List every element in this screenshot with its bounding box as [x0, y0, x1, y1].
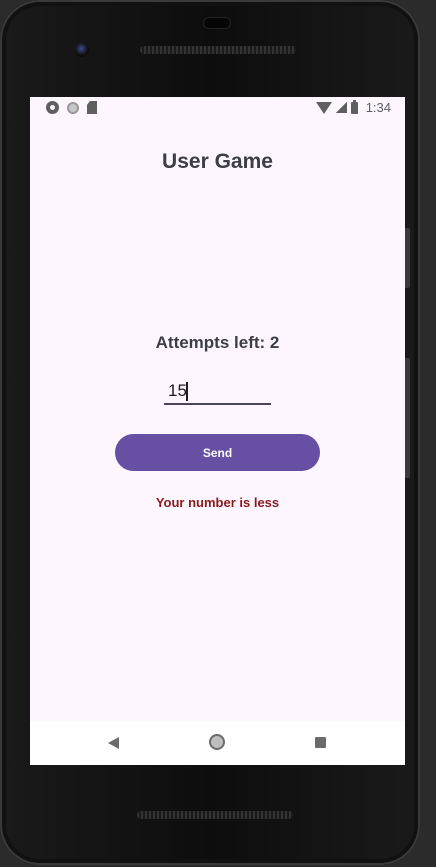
- navigation-bar: [30, 721, 405, 765]
- back-icon[interactable]: [108, 737, 119, 749]
- status-notification-icons: [46, 101, 97, 114]
- recents-icon[interactable]: [315, 737, 326, 748]
- page-title: User Game: [162, 150, 273, 173]
- status-time: 1:34: [365, 100, 391, 115]
- bottom-speaker-grille: [137, 811, 293, 819]
- gear-icon: [46, 101, 59, 114]
- home-icon[interactable]: [209, 734, 225, 750]
- circle-icon: [67, 101, 79, 114]
- signal-icon: [335, 102, 347, 113]
- top-speaker-grille: [140, 46, 296, 54]
- battery-icon: [350, 99, 358, 114]
- number-input[interactable]: [164, 379, 271, 405]
- wifi-icon: [315, 101, 332, 114]
- attempts-left-label: Attempts left: 2: [155, 333, 280, 352]
- result-message: Your number is less: [155, 495, 280, 510]
- phone-frame: 1:34 User Game Attempts left: 2 Send You…: [0, 0, 420, 865]
- send-button[interactable]: Send: [115, 434, 320, 471]
- earpiece: [204, 18, 230, 28]
- sd-card-icon: [87, 101, 97, 114]
- front-camera-icon: [75, 43, 89, 57]
- app-screen: 1:34 User Game Attempts left: 2 Send You…: [30, 97, 405, 765]
- text-cursor: [186, 382, 188, 401]
- status-system-icons: 1:34: [315, 99, 391, 115]
- device-stage: 1:34 User Game Attempts left: 2 Send You…: [0, 0, 436, 867]
- status-bar: 1:34: [30, 97, 405, 121]
